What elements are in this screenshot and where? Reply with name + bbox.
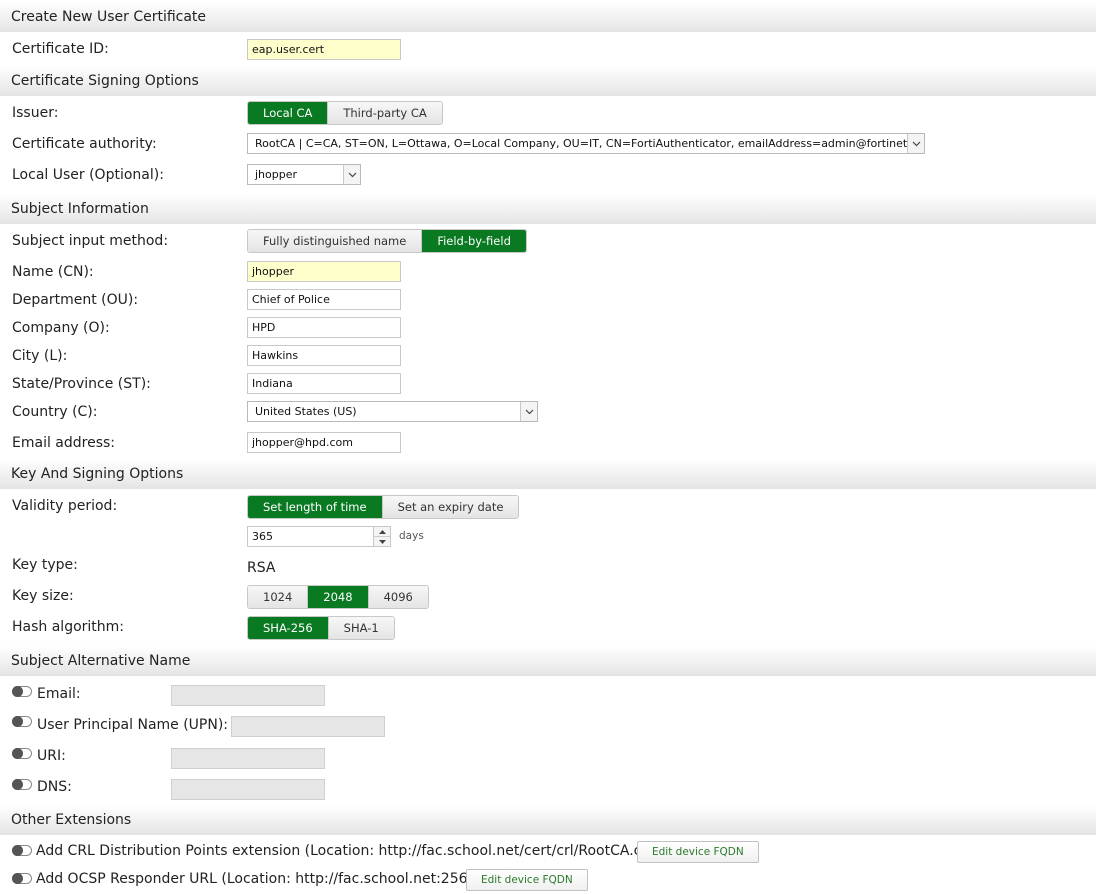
hash-algorithm-toggle: SHA-256 SHA-1 bbox=[247, 616, 395, 640]
chevron-down-icon bbox=[520, 402, 537, 421]
sha-256-option[interactable]: SHA-256 bbox=[248, 617, 329, 639]
section-other-extensions: Other Extensions bbox=[0, 805, 1096, 835]
issuer-toggle: Local CA Third-party CA bbox=[247, 101, 443, 125]
key-size-1024-option[interactable]: 1024 bbox=[248, 586, 309, 608]
san-uri-toggle[interactable] bbox=[12, 748, 32, 759]
validity-period-label: Validity period: bbox=[12, 498, 118, 514]
validity-unit-label: days bbox=[399, 530, 424, 542]
section-key-signing-options: Key And Signing Options bbox=[0, 459, 1096, 489]
issuer-third-party-option[interactable]: Third-party CA bbox=[328, 102, 442, 124]
local-user-select[interactable]: jhopper bbox=[247, 164, 361, 185]
san-email-input[interactable] bbox=[171, 685, 325, 706]
san-dns-toggle[interactable] bbox=[12, 779, 32, 790]
san-uri-input[interactable] bbox=[171, 748, 325, 769]
country-select[interactable]: United States (US) bbox=[247, 401, 538, 422]
country-value: United States (US) bbox=[255, 405, 357, 418]
local-user-value: jhopper bbox=[255, 168, 298, 181]
section-signing-options: Certificate Signing Options bbox=[0, 66, 1096, 96]
spinner-down-icon[interactable] bbox=[374, 537, 390, 546]
ocsp-edit-fqdn-button[interactable]: Edit device FQDN bbox=[466, 869, 588, 891]
country-label: Country (C): bbox=[12, 404, 98, 420]
issuer-label: Issuer: bbox=[12, 105, 59, 121]
key-size-label: Key size: bbox=[12, 588, 74, 604]
validity-period-toggle: Set length of time Set an expiry date bbox=[247, 495, 520, 519]
hash-algorithm-label: Hash algorithm: bbox=[12, 619, 125, 635]
san-email-toggle[interactable] bbox=[12, 686, 32, 697]
validity-days-value: 365 bbox=[252, 530, 273, 543]
section-create-certificate: Create New User Certificate bbox=[0, 2, 1096, 32]
ocsp-url-toggle[interactable] bbox=[12, 873, 32, 884]
spinner-up-icon[interactable] bbox=[374, 527, 390, 537]
crl-edit-fqdn-button[interactable]: Edit device FQDN bbox=[637, 841, 759, 863]
subject-input-method-label: Subject input method: bbox=[12, 233, 169, 249]
field-by-field-option[interactable]: Field-by-field bbox=[422, 230, 526, 252]
key-type-label: Key type: bbox=[12, 557, 78, 573]
crl-extension-label: Add CRL Distribution Points extension (L… bbox=[36, 843, 657, 859]
certificate-authority-select[interactable]: RootCA | C=CA, ST=ON, L=Ottawa, O=Local … bbox=[247, 133, 925, 154]
san-upn-toggle[interactable] bbox=[12, 716, 32, 727]
set-expiry-date-option[interactable]: Set an expiry date bbox=[382, 496, 519, 518]
issuer-local-ca-option[interactable]: Local CA bbox=[248, 102, 329, 124]
local-user-label: Local User (Optional): bbox=[12, 167, 164, 183]
company-label: Company (O): bbox=[12, 320, 110, 336]
key-size-toggle: 1024 2048 4096 bbox=[247, 585, 429, 609]
state-input[interactable]: Indiana bbox=[247, 373, 401, 394]
section-subject-information: Subject Information bbox=[0, 194, 1096, 224]
san-upn-input[interactable] bbox=[231, 716, 385, 737]
company-input[interactable]: HPD bbox=[247, 317, 401, 338]
fully-distinguished-name-option[interactable]: Fully distinguished name bbox=[248, 230, 423, 252]
city-label: City (L): bbox=[12, 348, 68, 364]
email-address-input[interactable]: jhopper@hpd.com bbox=[247, 432, 401, 453]
subject-input-method-toggle: Fully distinguished name Field-by-field bbox=[247, 229, 527, 253]
department-input[interactable]: Chief of Police bbox=[247, 289, 401, 310]
validity-days-input[interactable]: 365 bbox=[247, 526, 391, 547]
email-address-label: Email address: bbox=[12, 435, 116, 451]
chevron-down-icon bbox=[907, 134, 924, 153]
certificate-id-input[interactable]: eap.user.cert bbox=[247, 39, 401, 60]
san-dns-input[interactable] bbox=[171, 779, 325, 800]
name-cn-input[interactable]: jhopper bbox=[247, 261, 401, 282]
san-uri-label: URI: bbox=[37, 748, 66, 764]
chevron-down-icon bbox=[343, 165, 360, 184]
certificate-authority-value: RootCA | C=CA, ST=ON, L=Ottawa, O=Local … bbox=[255, 137, 925, 150]
name-cn-label: Name (CN): bbox=[12, 264, 94, 280]
key-type-value: RSA bbox=[247, 560, 276, 576]
set-length-of-time-option[interactable]: Set length of time bbox=[248, 496, 383, 518]
spinner[interactable] bbox=[373, 527, 390, 546]
certificate-authority-label: Certificate authority: bbox=[12, 136, 157, 152]
key-size-2048-option[interactable]: 2048 bbox=[308, 586, 369, 608]
ocsp-url-label: Add OCSP Responder URL (Location: http:/… bbox=[36, 871, 482, 887]
key-size-4096-option[interactable]: 4096 bbox=[368, 586, 428, 608]
department-label: Department (OU): bbox=[12, 292, 139, 308]
section-subject-alternative-name: Subject Alternative Name bbox=[0, 646, 1096, 676]
san-dns-label: DNS: bbox=[37, 779, 72, 795]
san-email-label: Email: bbox=[37, 686, 81, 702]
certificate-id-label: Certificate ID: bbox=[12, 41, 109, 57]
crl-extension-toggle[interactable] bbox=[12, 845, 32, 856]
sha-1-option[interactable]: SHA-1 bbox=[328, 617, 394, 639]
san-upn-label: User Principal Name (UPN): bbox=[37, 717, 229, 733]
state-label: State/Province (ST): bbox=[12, 376, 151, 392]
city-input[interactable]: Hawkins bbox=[247, 345, 401, 366]
